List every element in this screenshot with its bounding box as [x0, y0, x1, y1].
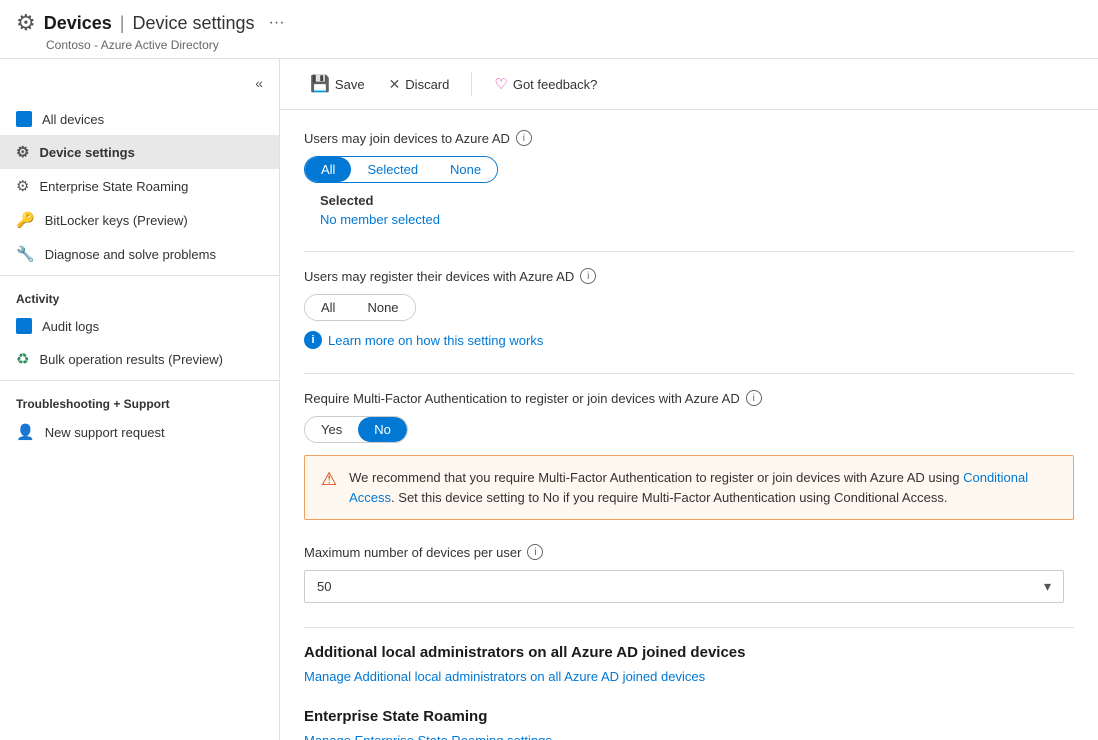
- sidebar-item-label: Device settings: [39, 145, 134, 160]
- join-devices-all-option[interactable]: All: [305, 157, 351, 182]
- max-devices-label: Maximum number of devices per user i: [304, 544, 1074, 560]
- toolbar: 💾 Save ✕ Discard ♡ Got feedback?: [280, 59, 1098, 110]
- audit-logs-icon: [16, 318, 32, 334]
- section-divider-1: [304, 251, 1074, 252]
- sidebar-item-label: All devices: [42, 112, 104, 127]
- main-content: 💾 Save ✕ Discard ♡ Got feedback? Users m…: [280, 59, 1098, 740]
- feedback-button[interactable]: ♡ Got feedback?: [484, 70, 607, 98]
- feedback-label: Got feedback?: [513, 77, 598, 92]
- warning-icon: ⚠: [321, 469, 337, 507]
- mfa-yes-option[interactable]: Yes: [305, 417, 358, 442]
- warning-text: We recommend that you require Multi-Fact…: [349, 468, 1057, 507]
- collapse-button[interactable]: «: [251, 71, 267, 95]
- sidebar-item-label: New support request: [45, 425, 165, 440]
- bulk-operation-icon: ♻: [16, 350, 29, 368]
- app-title: Devices: [44, 13, 112, 34]
- discard-button[interactable]: ✕ Discard: [379, 71, 460, 98]
- warning-text-before: We recommend that you require Multi-Fact…: [349, 470, 963, 485]
- activity-section-label: Activity: [0, 275, 279, 310]
- header: ⚙ Devices | Device settings ··· Contoso …: [0, 0, 1098, 59]
- enterprise-roaming-section: Enterprise State Roaming Manage Enterpri…: [304, 708, 1074, 740]
- sidebar-item-audit-logs[interactable]: Audit logs: [0, 310, 279, 342]
- max-devices-dropdown-wrapper: 50 ▾: [304, 570, 1064, 603]
- all-devices-icon: [16, 111, 32, 127]
- discard-icon: ✕: [389, 76, 401, 93]
- section-divider-2: [304, 373, 1074, 374]
- mfa-no-option[interactable]: No: [358, 417, 407, 442]
- register-devices-setting: Users may register their devices with Az…: [304, 268, 1074, 349]
- learn-more-link-area: i Learn more on how this setting works: [304, 331, 1074, 349]
- save-icon: 💾: [310, 74, 330, 94]
- sidebar-item-bitlocker-keys[interactable]: 🔑 BitLocker keys (Preview): [0, 203, 279, 237]
- mfa-setting: Require Multi-Factor Authentication to r…: [304, 390, 1074, 520]
- join-devices-info-icon[interactable]: i: [516, 130, 532, 146]
- warning-text-middle: . Set this device setting to No if you r…: [391, 490, 947, 505]
- page-title: Device settings: [132, 13, 254, 34]
- support-request-icon: 👤: [16, 423, 35, 441]
- sidebar-item-label: Audit logs: [42, 319, 99, 334]
- org-name: Contoso - Azure Active Directory: [46, 38, 1082, 52]
- sidebar-item-enterprise-state-roaming[interactable]: ⚙ Enterprise State Roaming: [0, 169, 279, 203]
- app-icon: ⚙: [16, 10, 36, 36]
- device-settings-icon: ⚙: [16, 143, 29, 161]
- save-button[interactable]: 💾 Save: [300, 69, 375, 99]
- section-divider-3: [304, 627, 1074, 628]
- sidebar-item-all-devices[interactable]: All devices: [0, 103, 279, 135]
- learn-more-link[interactable]: Learn more on how this setting works: [328, 333, 543, 348]
- join-devices-toggle-group: All Selected None: [304, 156, 498, 183]
- header-ellipsis[interactable]: ···: [269, 14, 285, 32]
- max-devices-dropdown[interactable]: 50 ▾: [304, 570, 1064, 603]
- sidebar-item-label: Enterprise State Roaming: [39, 179, 188, 194]
- sidebar-item-bulk-operation[interactable]: ♻ Bulk operation results (Preview): [0, 342, 279, 376]
- additional-admins-heading: Additional local administrators on all A…: [304, 644, 1074, 661]
- discard-label: Discard: [405, 77, 449, 92]
- enterprise-roaming-link[interactable]: Manage Enterprise State Roaming settings: [304, 733, 1074, 740]
- join-devices-setting: Users may join devices to Azure AD i All…: [304, 130, 1074, 227]
- register-devices-info-icon[interactable]: i: [580, 268, 596, 284]
- mfa-toggle-group: Yes No: [304, 416, 408, 443]
- max-devices-setting: Maximum number of devices per user i 50 …: [304, 544, 1074, 603]
- max-devices-value: 50: [317, 579, 331, 594]
- sidebar-item-label: Diagnose and solve problems: [45, 247, 216, 262]
- sidebar-item-label: BitLocker keys (Preview): [45, 213, 188, 228]
- diagnose-icon: 🔧: [16, 245, 35, 263]
- feedback-icon: ♡: [494, 75, 507, 93]
- sidebar-item-device-settings[interactable]: ⚙ Device settings: [0, 135, 279, 169]
- dropdown-arrow-icon: ▾: [1044, 578, 1051, 595]
- toolbar-separator: [471, 72, 472, 96]
- troubleshooting-section-label: Troubleshooting + Support: [0, 380, 279, 415]
- mfa-warning-box: ⚠ We recommend that you require Multi-Fa…: [304, 455, 1074, 520]
- join-devices-none-option[interactable]: None: [434, 157, 497, 182]
- selected-label: Selected: [320, 193, 1074, 208]
- mfa-info-icon[interactable]: i: [746, 390, 762, 406]
- bitlocker-icon: 🔑: [16, 211, 35, 229]
- additional-admins-link[interactable]: Manage Additional local administrators o…: [304, 669, 1074, 684]
- join-devices-selected-option[interactable]: Selected: [351, 157, 434, 182]
- sidebar-item-label: Bulk operation results (Preview): [39, 352, 223, 367]
- title-divider: |: [120, 13, 125, 34]
- enterprise-roaming-heading: Enterprise State Roaming: [304, 708, 1074, 725]
- sidebar: « All devices ⚙ Device settings ⚙ Enterp…: [0, 59, 280, 740]
- save-label: Save: [335, 77, 365, 92]
- register-devices-toggle-group: All None: [304, 294, 416, 321]
- register-devices-label: Users may register their devices with Az…: [304, 268, 1074, 284]
- no-member-selected[interactable]: No member selected: [320, 212, 1074, 227]
- join-devices-label: Users may join devices to Azure AD i: [304, 130, 1074, 146]
- register-devices-none-option[interactable]: None: [351, 295, 414, 320]
- learn-more-icon: i: [304, 331, 322, 349]
- additional-admins-section: Additional local administrators on all A…: [304, 644, 1074, 684]
- register-devices-all-option[interactable]: All: [305, 295, 351, 320]
- sidebar-item-diagnose[interactable]: 🔧 Diagnose and solve problems: [0, 237, 279, 271]
- max-devices-info-icon[interactable]: i: [527, 544, 543, 560]
- sidebar-item-new-support-request[interactable]: 👤 New support request: [0, 415, 279, 449]
- enterprise-roaming-icon: ⚙: [16, 177, 29, 195]
- settings-content: Users may join devices to Azure AD i All…: [280, 110, 1098, 740]
- sidebar-collapse-area: «: [0, 67, 279, 103]
- mfa-label: Require Multi-Factor Authentication to r…: [304, 390, 1074, 406]
